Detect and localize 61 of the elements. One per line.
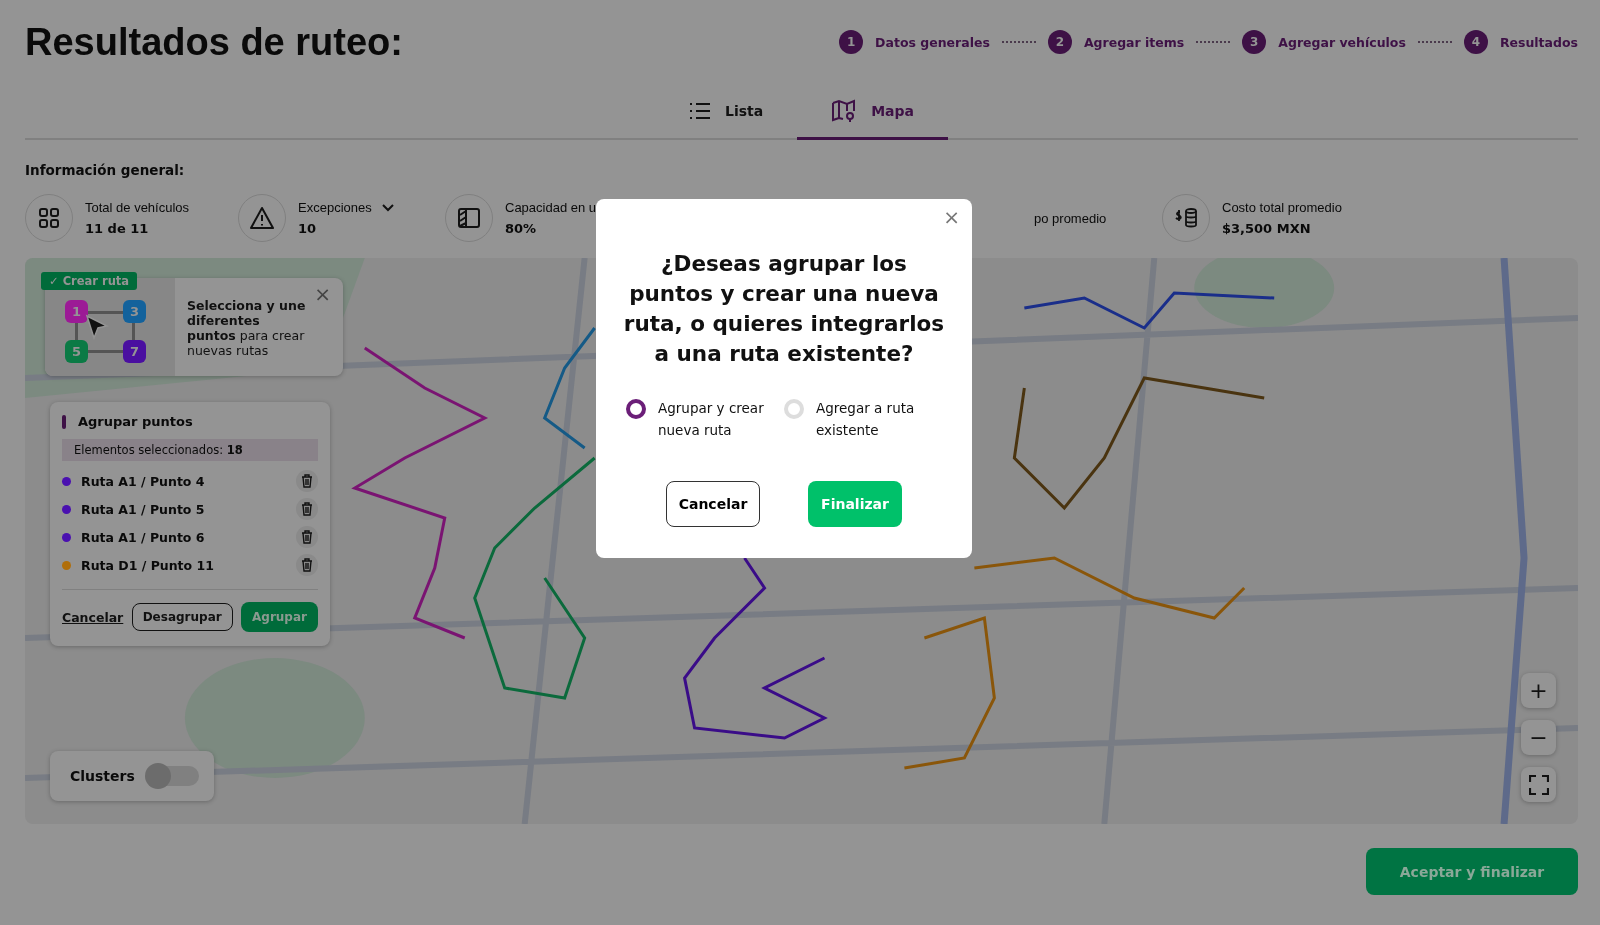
zoom-out-button[interactable]: − bbox=[1521, 720, 1556, 755]
fullscreen-icon bbox=[1528, 774, 1549, 795]
stat-label: Excepciones bbox=[298, 200, 372, 215]
coins-icon bbox=[1173, 206, 1199, 230]
clusters-toggle[interactable] bbox=[146, 766, 199, 786]
selected-count: Elementos seleccionados: 18 bbox=[62, 439, 318, 461]
close-button[interactable]: × bbox=[310, 282, 335, 306]
point-label: Ruta A1 / Punto 6 bbox=[81, 529, 206, 545]
ungroup-button[interactable]: Desagrupar bbox=[131, 603, 233, 631]
stat-value: 10 bbox=[298, 221, 318, 236]
create-route-badge: ✓ Crear ruta bbox=[41, 272, 138, 290]
zoom-in-button[interactable]: + bbox=[1521, 673, 1556, 708]
route-marker: 3 bbox=[123, 300, 146, 323]
chevron-down-icon[interactable] bbox=[381, 203, 394, 212]
cursor-icon bbox=[85, 314, 109, 340]
point-label: Ruta D1 / Punto 11 bbox=[81, 557, 215, 573]
point-label: Ruta A1 / Punto 4 bbox=[81, 473, 206, 489]
trash-icon[interactable] bbox=[296, 470, 318, 492]
tip-text: Selecciona y une diferentes puntos para crear nuevas rutas bbox=[186, 297, 307, 360]
step-label: Datos generales bbox=[875, 34, 990, 50]
page-title: Resultados de ruteo: bbox=[25, 20, 403, 64]
step-number: 3 bbox=[1242, 30, 1267, 54]
stat-label: Capacidad en u bbox=[505, 200, 597, 215]
cancel-link[interactable]: Cancelar bbox=[62, 609, 124, 625]
fullscreen-button[interactable] bbox=[1521, 767, 1556, 802]
route-marker: 7 bbox=[123, 340, 146, 363]
route-marker: 1 bbox=[65, 300, 88, 323]
panel-icon bbox=[457, 207, 481, 229]
radio[interactable] bbox=[626, 399, 646, 419]
map-icon bbox=[831, 98, 858, 123]
radio-option[interactable]: Agregar a ruta existente bbox=[784, 397, 942, 441]
route-marker: 5 bbox=[65, 340, 88, 363]
stat-value: 11 de 11 bbox=[85, 221, 150, 236]
tab[interactable]: Mapa bbox=[797, 84, 949, 140]
point-label: Ruta A1 / Punto 5 bbox=[81, 501, 206, 517]
stat-value: 80% bbox=[505, 221, 538, 236]
stat-label: Total de vehículos bbox=[85, 200, 190, 215]
dialog-question: ¿Deseas agrupar los puntos y crear una nueva ruta, o quieres integrarlos a una ruta existente? bbox=[622, 250, 946, 368]
cancel-button[interactable]: Cancelar bbox=[666, 481, 760, 527]
step-label: Resultados bbox=[1499, 34, 1578, 50]
step-number: 4 bbox=[1463, 30, 1488, 54]
radio-option[interactable]: Agrupar y crear nueva ruta bbox=[626, 397, 784, 441]
trash-icon[interactable] bbox=[296, 554, 318, 576]
stat-label: Costo total promedio bbox=[1222, 200, 1342, 215]
close-button[interactable]: × bbox=[939, 205, 964, 229]
stat-label: po promedio bbox=[1034, 210, 1107, 226]
section-heading: Información general: bbox=[25, 162, 186, 178]
step-label: Agregar vehículos bbox=[1278, 34, 1406, 50]
trash-icon[interactable] bbox=[296, 526, 318, 548]
stat-value: $3,500 MXN bbox=[1222, 221, 1312, 236]
step-number: 1 bbox=[839, 30, 864, 54]
clusters-label: Clusters bbox=[70, 768, 135, 784]
step-number: 2 bbox=[1047, 30, 1072, 54]
trash-icon[interactable] bbox=[296, 498, 318, 520]
panel-title: Agrupar puntos bbox=[78, 414, 193, 429]
warning-icon bbox=[249, 206, 275, 230]
step-label: Agregar items bbox=[1083, 34, 1185, 50]
tab[interactable]: Lista bbox=[654, 84, 798, 140]
grid-icon bbox=[38, 207, 60, 229]
accent-bar bbox=[62, 414, 66, 429]
list-icon bbox=[688, 101, 711, 120]
